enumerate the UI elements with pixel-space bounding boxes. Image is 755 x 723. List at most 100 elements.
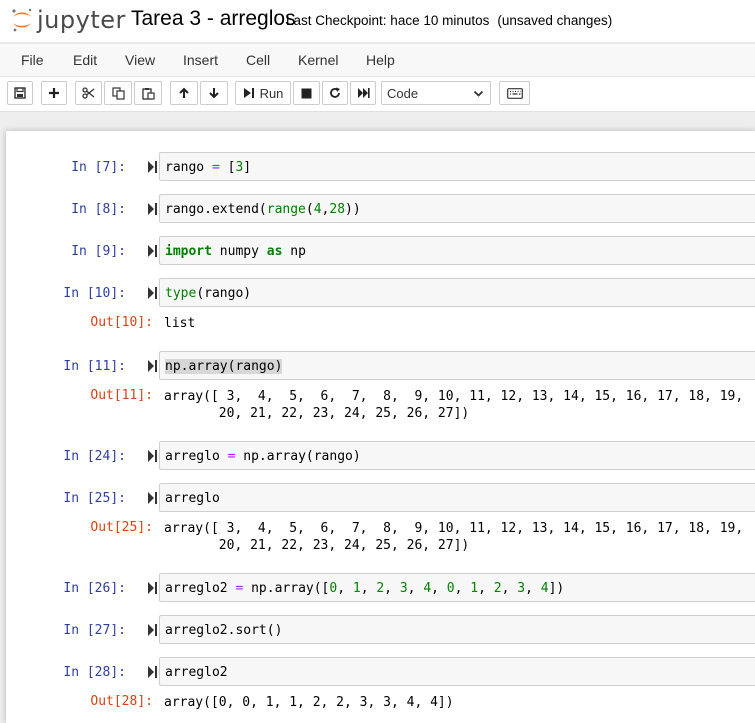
code-cell[interactable]: In [7]: rango = [3] — [6, 152, 755, 181]
save-button[interactable] — [7, 81, 33, 105]
step-forward-icon — [243, 88, 254, 98]
code-input[interactable]: arreglo2.sort() — [159, 615, 755, 644]
run-cell-icon[interactable] — [148, 450, 158, 462]
code-cell[interactable]: In [27]: arreglo2.sort() — [6, 615, 755, 644]
paste-icon — [141, 87, 155, 100]
cell-type-value: Code — [387, 85, 419, 101]
code-cell[interactable]: In [28]: arreglo2 Out[28]: array([0, 0, … — [6, 657, 755, 715]
logo-text: jupyter — [37, 6, 126, 34]
code-cell[interactable]: In [24]: arreglo = np.array(rango) — [6, 441, 755, 470]
output-prompt: Out[25]: — [90, 520, 153, 535]
input-prompt: In [10]: — [63, 286, 126, 301]
code-input[interactable]: import numpy as np — [159, 236, 755, 265]
notebook-title[interactable]: Tarea 3 - arreglos — [131, 7, 296, 31]
run-cell-icon[interactable] — [148, 203, 158, 215]
code-input[interactable]: rango = [3] — [159, 152, 755, 181]
code-input[interactable]: arreglo = np.array(rango) — [159, 441, 755, 470]
code-input[interactable]: arreglo2 = np.array([0, 1, 2, 3, 4, 0, 1… — [159, 573, 755, 602]
command-palette-button[interactable] — [499, 81, 530, 105]
chevron-down-icon — [473, 90, 484, 97]
restart-icon — [330, 87, 340, 98]
run-cell-icon[interactable] — [148, 492, 158, 504]
cell-output: array([0, 0, 1, 1, 2, 2, 3, 3, 4, 4]) — [164, 695, 454, 710]
move-up-button[interactable] — [170, 81, 198, 105]
input-prompt: In [8]: — [71, 202, 126, 217]
notebook-container: In [7]: rango = [3] In [8]: rango.extend… — [6, 131, 755, 723]
cell-output: array([ 3, 4, 5, 6, 7, 8, 9, 10, 11, 12,… — [164, 389, 744, 421]
stop-icon — [301, 88, 312, 98]
menu-file[interactable]: File — [21, 52, 44, 68]
restart-button[interactable] — [322, 81, 348, 105]
code-text: np.array(rango) — [165, 359, 283, 374]
arrow-down-icon — [209, 88, 219, 99]
insert-cell-button[interactable] — [41, 81, 67, 105]
input-prompt: In [9]: — [71, 244, 126, 259]
cut-button[interactable] — [75, 81, 102, 105]
interrupt-button[interactable] — [293, 81, 320, 105]
menu-kernel[interactable]: Kernel — [298, 52, 338, 68]
code-text: import numpy as np — [165, 244, 306, 259]
restart-run-all-button[interactable] — [350, 81, 376, 105]
cell-type-select[interactable]: Code — [381, 81, 491, 105]
copy-icon — [111, 86, 125, 100]
menu-edit[interactable]: Edit — [73, 52, 97, 68]
move-down-button[interactable] — [200, 81, 228, 105]
input-prompt: In [24]: — [63, 449, 126, 464]
run-button[interactable]: Run — [235, 81, 291, 105]
input-prompt: In [7]: — [71, 160, 126, 175]
input-prompt: In [26]: — [63, 581, 126, 596]
code-text: rango = [3] — [165, 160, 252, 175]
jupyter-logo[interactable]: jupyter — [10, 5, 126, 35]
code-cell[interactable]: In [26]: arreglo2 = np.array([0, 1, 2, 3… — [6, 573, 755, 602]
run-cell-icon[interactable] — [148, 360, 158, 372]
header: jupyter Tarea 3 - arreglos Last Checkpoi… — [0, 0, 755, 42]
run-cell-icon[interactable] — [148, 161, 158, 173]
menu-bar: File Edit View Insert Cell Kernel Help — [0, 43, 755, 77]
input-prompt: In [27]: — [63, 623, 126, 638]
run-label: Run — [259, 85, 284, 101]
code-text: arreglo = np.array(rango) — [165, 449, 361, 464]
code-cell[interactable]: In [10]: type(rango) Out[10]: list — [6, 278, 755, 336]
save-icon — [14, 87, 26, 99]
input-prompt: In [25]: — [63, 491, 126, 506]
jupyter-logo-icon — [12, 8, 32, 32]
code-text: arreglo — [165, 491, 220, 506]
paste-button[interactable] — [134, 81, 162, 105]
code-input[interactable]: rango.extend(range(4,28)) — [159, 194, 755, 223]
scissors-icon — [82, 87, 95, 99]
menu-help[interactable]: Help — [366, 52, 395, 68]
fast-forward-icon — [357, 88, 370, 98]
code-text: arreglo2 = np.array([0, 1, 2, 3, 4, 0, 1… — [165, 581, 565, 596]
run-cell-icon[interactable] — [148, 624, 158, 636]
plus-icon — [49, 88, 59, 98]
code-cell[interactable]: In [11]: np.array(rango) Out[11]: array(… — [6, 351, 755, 426]
checkpoint-status: Last Checkpoint: hace 10 minutos (unsaved… — [286, 13, 612, 28]
menu-insert[interactable]: Insert — [183, 52, 218, 68]
cell-output: list — [164, 316, 196, 331]
cell-output: array([ 3, 4, 5, 6, 7, 8, 9, 10, 11, 12,… — [164, 521, 744, 553]
run-cell-icon[interactable] — [148, 287, 158, 299]
run-cell-icon[interactable] — [148, 666, 158, 678]
code-input[interactable]: arreglo — [159, 483, 755, 512]
output-prompt: Out[10]: — [90, 315, 153, 330]
code-text: rango.extend(range(4,28)) — [165, 202, 361, 217]
code-text: arreglo2 — [165, 665, 228, 680]
menu-view[interactable]: View — [125, 52, 155, 68]
code-input[interactable]: np.array(rango) — [159, 351, 755, 380]
code-cell[interactable]: In [8]: rango.extend(range(4,28)) — [6, 194, 755, 223]
code-input[interactable]: type(rango) — [159, 278, 755, 307]
input-prompt: In [28]: — [63, 665, 126, 680]
run-cell-icon[interactable] — [148, 582, 158, 594]
menu-cell[interactable]: Cell — [246, 52, 270, 68]
arrow-up-icon — [179, 87, 189, 98]
output-prompt: Out[11]: — [90, 388, 153, 403]
code-cell[interactable]: In [25]: arreglo Out[25]: array([ 3, 4, … — [6, 483, 755, 558]
unsaved-indicator: (unsaved changes) — [497, 13, 613, 28]
code-text: type(rango) — [165, 286, 252, 301]
run-cell-icon[interactable] — [148, 245, 158, 257]
copy-button[interactable] — [104, 81, 132, 105]
input-prompt: In [11]: — [63, 359, 126, 374]
keyboard-icon — [506, 87, 523, 99]
code-cell[interactable]: In [9]: import numpy as np — [6, 236, 755, 265]
code-input[interactable]: arreglo2 — [159, 657, 755, 686]
